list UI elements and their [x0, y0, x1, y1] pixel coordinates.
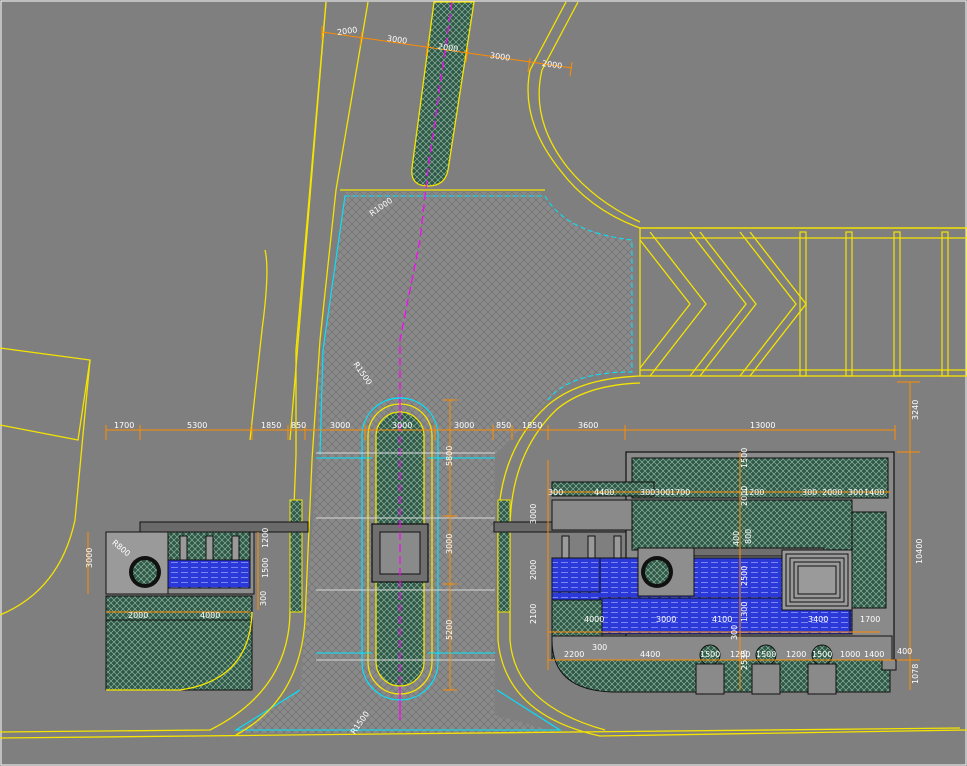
right-bottom-5: 1200 — [730, 650, 750, 659]
left-pool-bottom-b: 4000 — [200, 611, 220, 620]
right-row1-7: 300 — [802, 488, 817, 497]
right-row1-1: 300 — [548, 488, 563, 497]
right-pool-4: 3400 — [808, 615, 828, 624]
right-row1-4: 300 — [655, 488, 670, 497]
right-mid-v1: 1500 — [740, 448, 749, 468]
right-bottom-2: 300 — [592, 643, 607, 652]
left-barrier-planter — [289, 499, 303, 613]
left-pool-row-c: 300 — [259, 591, 268, 606]
dim-h-5: 3000 — [330, 421, 350, 430]
dim-h-6: 3000 — [392, 421, 412, 430]
dim-h-3: 1850 — [261, 421, 281, 430]
right-bottom-6: 1500 — [756, 650, 776, 659]
dim-island-2: 3000 — [445, 534, 454, 554]
right-row1-2: 4400 — [594, 488, 614, 497]
right-mid-v4: 800 — [744, 529, 753, 544]
dim-right-top: 3240 — [911, 400, 920, 420]
right-bottom-4: 1500 — [700, 650, 720, 659]
right-row1-5: 1700 — [670, 488, 690, 497]
left-water-pool — [167, 559, 251, 589]
dim-island-3: 5200 — [445, 620, 454, 640]
dim-h-9: 1850 — [522, 421, 542, 430]
left-pool-row-b: 1500 — [261, 558, 270, 578]
dim-right-b: 1078 — [911, 664, 920, 684]
dim-h-7: 3000 — [454, 421, 474, 430]
right-bottom-10: 1400 — [864, 650, 884, 659]
right-row1-3: 300 — [640, 488, 655, 497]
dim-h-1: 1700 — [114, 421, 134, 430]
right-bottom-8: 1500 — [812, 650, 832, 659]
dim-h-4: 850 — [291, 421, 306, 430]
dim-h-8: 850 — [496, 421, 511, 430]
right-bottom-9: 1000 — [840, 650, 860, 659]
right-barrier-planter — [497, 499, 511, 613]
dim-h-10: 3600 — [578, 421, 598, 430]
right-pool-2: 3000 — [656, 615, 676, 624]
left-pool-height: 3000 — [85, 548, 94, 568]
right-pool-5: 1700 — [860, 615, 880, 624]
right-left-v2: 2000 — [529, 560, 538, 580]
left-barrier-arm — [139, 521, 309, 533]
dim-right-a: 400 — [897, 647, 912, 656]
dim-h-11: 13000 — [750, 421, 775, 430]
right-row1-9: 300 — [848, 488, 863, 497]
right-mid-v6: 1300 — [740, 602, 749, 622]
right-mid-v2: 2000 — [740, 486, 749, 506]
dim-island-1: 5800 — [445, 446, 454, 466]
right-steps — [781, 549, 853, 611]
cad-site-plan: 2000 3000 2000 3000 2000 R1000 R1500 R15… — [0, 0, 967, 766]
left-pool-row-a: 1200 — [261, 528, 270, 548]
right-mid-v5: 2500 — [740, 566, 749, 586]
right-row1-8: 2000 — [822, 488, 842, 497]
right-left-v3: 2100 — [529, 604, 538, 624]
right-mid-v3: 400 — [732, 531, 741, 546]
left-pool-bottom-a: 2000 — [128, 611, 148, 620]
right-pool-3: 4100 — [712, 615, 732, 624]
right-left-v1: 3000 — [529, 504, 538, 524]
right-mid-v7: 300 — [730, 625, 739, 640]
dim-h-2: 5300 — [187, 421, 207, 430]
right-bottom-3: 4400 — [640, 650, 660, 659]
right-bottom-7: 1200 — [786, 650, 806, 659]
dim-right-far: 10400 — [915, 539, 924, 564]
right-row1-10: 1400 — [864, 488, 884, 497]
right-bottom-1: 2200 — [564, 650, 584, 659]
right-pool-1: 4000 — [584, 615, 604, 624]
